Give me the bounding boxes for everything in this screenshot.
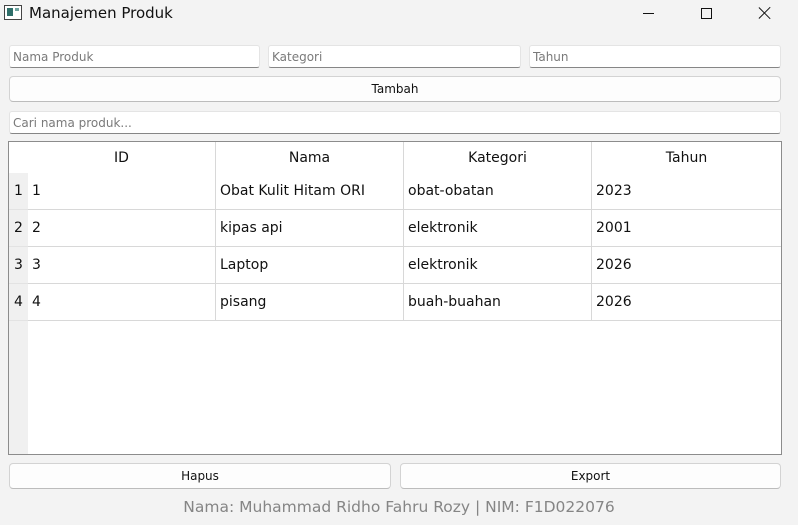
cell-id[interactable]: 3 bbox=[28, 247, 216, 284]
row-number[interactable]: 1 bbox=[9, 173, 28, 210]
footer-credit: Nama: Muhammad Ridho Fahru Rozy | NIM: F… bbox=[183, 498, 615, 516]
table-row[interactable]: 2 2 kipas api elektronik 2001 bbox=[9, 210, 781, 247]
export-button[interactable]: Export bbox=[400, 463, 781, 489]
nama-produk-input[interactable] bbox=[9, 45, 260, 68]
cell-kategori[interactable]: elektronik bbox=[404, 247, 592, 284]
column-header-kategori[interactable]: Kategori bbox=[404, 142, 592, 173]
row-number[interactable]: 4 bbox=[9, 284, 28, 321]
cell-nama[interactable]: kipas api bbox=[216, 210, 404, 247]
tambah-button[interactable]: Tambah bbox=[9, 76, 781, 102]
table-header: ID Nama Kategori Tahun bbox=[28, 142, 781, 173]
column-header-nama[interactable]: Nama bbox=[216, 142, 404, 173]
table-row[interactable]: 4 4 pisang buah-buahan 2026 bbox=[9, 284, 781, 321]
cell-nama[interactable]: Laptop bbox=[216, 247, 404, 284]
search-input[interactable] bbox=[9, 111, 781, 134]
row-number[interactable]: 2 bbox=[9, 210, 28, 247]
table-corner[interactable] bbox=[9, 142, 28, 173]
cell-id[interactable]: 1 bbox=[28, 173, 216, 210]
hapus-button[interactable]: Hapus bbox=[9, 463, 391, 489]
cell-tahun[interactable]: 2001 bbox=[592, 210, 781, 247]
minimize-button[interactable] bbox=[619, 0, 677, 26]
cell-kategori[interactable]: elektronik bbox=[404, 210, 592, 247]
table-row[interactable]: 1 1 Obat Kulit Hitam ORI obat-obatan 202… bbox=[9, 173, 781, 210]
cell-nama[interactable]: Obat Kulit Hitam ORI bbox=[216, 173, 404, 210]
cell-kategori[interactable]: buah-buahan bbox=[404, 284, 592, 321]
tahun-input[interactable] bbox=[529, 45, 781, 68]
cell-tahun[interactable]: 2023 bbox=[592, 173, 781, 210]
cell-id[interactable]: 2 bbox=[28, 210, 216, 247]
maximize-icon bbox=[700, 7, 712, 19]
row-number[interactable]: 3 bbox=[9, 247, 28, 284]
cell-kategori[interactable]: obat-obatan bbox=[404, 173, 592, 210]
cell-tahun[interactable]: 2026 bbox=[592, 284, 781, 321]
minimize-icon bbox=[642, 12, 654, 14]
close-button[interactable] bbox=[736, 0, 794, 26]
cell-tahun[interactable]: 2026 bbox=[592, 247, 781, 284]
cell-id[interactable]: 4 bbox=[28, 284, 216, 321]
window-title: Manajemen Produk bbox=[29, 4, 173, 22]
close-icon bbox=[758, 6, 772, 20]
table-row[interactable]: 3 3 Laptop elektronik 2026 bbox=[9, 247, 781, 284]
cell-nama[interactable]: pisang bbox=[216, 284, 404, 321]
maximize-button[interactable] bbox=[677, 0, 735, 26]
product-table[interactable]: ID Nama Kategori Tahun 1 1 Obat Kulit Hi… bbox=[8, 141, 782, 455]
column-header-tahun[interactable]: Tahun bbox=[592, 142, 781, 173]
column-header-id[interactable]: ID bbox=[28, 142, 216, 173]
app-window-icon bbox=[4, 5, 22, 20]
kategori-input[interactable] bbox=[268, 45, 521, 68]
title-bar: Manajemen Produk bbox=[0, 0, 798, 26]
